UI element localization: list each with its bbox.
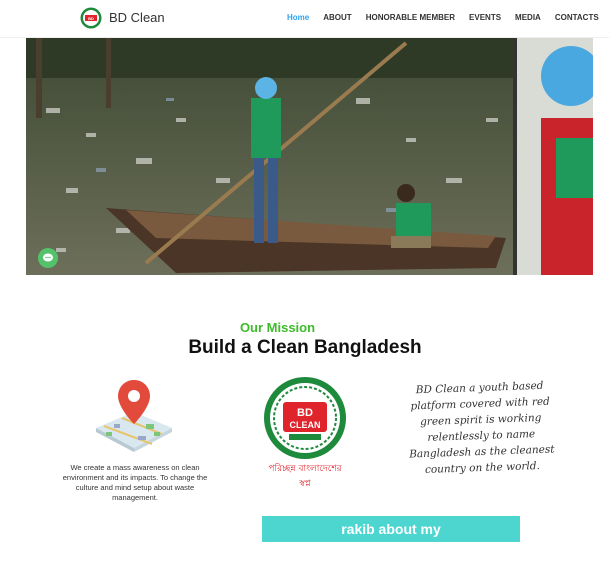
svg-text:CLEAN: CLEAN — [290, 420, 321, 430]
main-nav: Home ABOUT HONORABLE MEMBER EVENTS MEDIA… — [287, 13, 609, 22]
hero-image — [26, 38, 593, 275]
mission-subtitle: Our Mission — [239, 320, 316, 335]
nav-home[interactable]: Home — [287, 13, 309, 22]
mission-title: Build a Clean Bangladesh — [188, 337, 422, 358]
about-button[interactable]: rakib about my — [262, 516, 520, 542]
map-pin-icon — [96, 380, 172, 452]
nav-contacts[interactable]: CONTACTS — [555, 13, 599, 22]
nav-events[interactable]: EVENTS — [469, 13, 501, 22]
svg-text:BD: BD — [297, 407, 313, 419]
nav-honorable-member[interactable]: HONORABLE MEMBER — [366, 13, 455, 22]
logo-caption: পরিচ্ছন্ন বাংলাদেশের স্বপ্ন — [268, 464, 342, 489]
svg-text:BD: BD — [88, 16, 94, 21]
bd-clean-badge-icon: BD CLEAN — [264, 377, 346, 459]
chat-icon[interactable] — [38, 248, 58, 268]
nav-about[interactable]: ABOUT — [323, 13, 351, 22]
mission-description-text: BD Clean a youth based platform covered … — [409, 379, 555, 476]
bd-clean-logo-icon[interactable]: BD — [80, 7, 102, 29]
nav-media[interactable]: MEDIA — [515, 13, 541, 22]
site-header: BD BD Clean Home ABOUT HONORABLE MEMBER … — [0, 0, 609, 38]
brand-name[interactable]: BD Clean — [109, 10, 165, 25]
mission-awareness-text: We create a mass awareness on clean envi… — [62, 463, 208, 502]
